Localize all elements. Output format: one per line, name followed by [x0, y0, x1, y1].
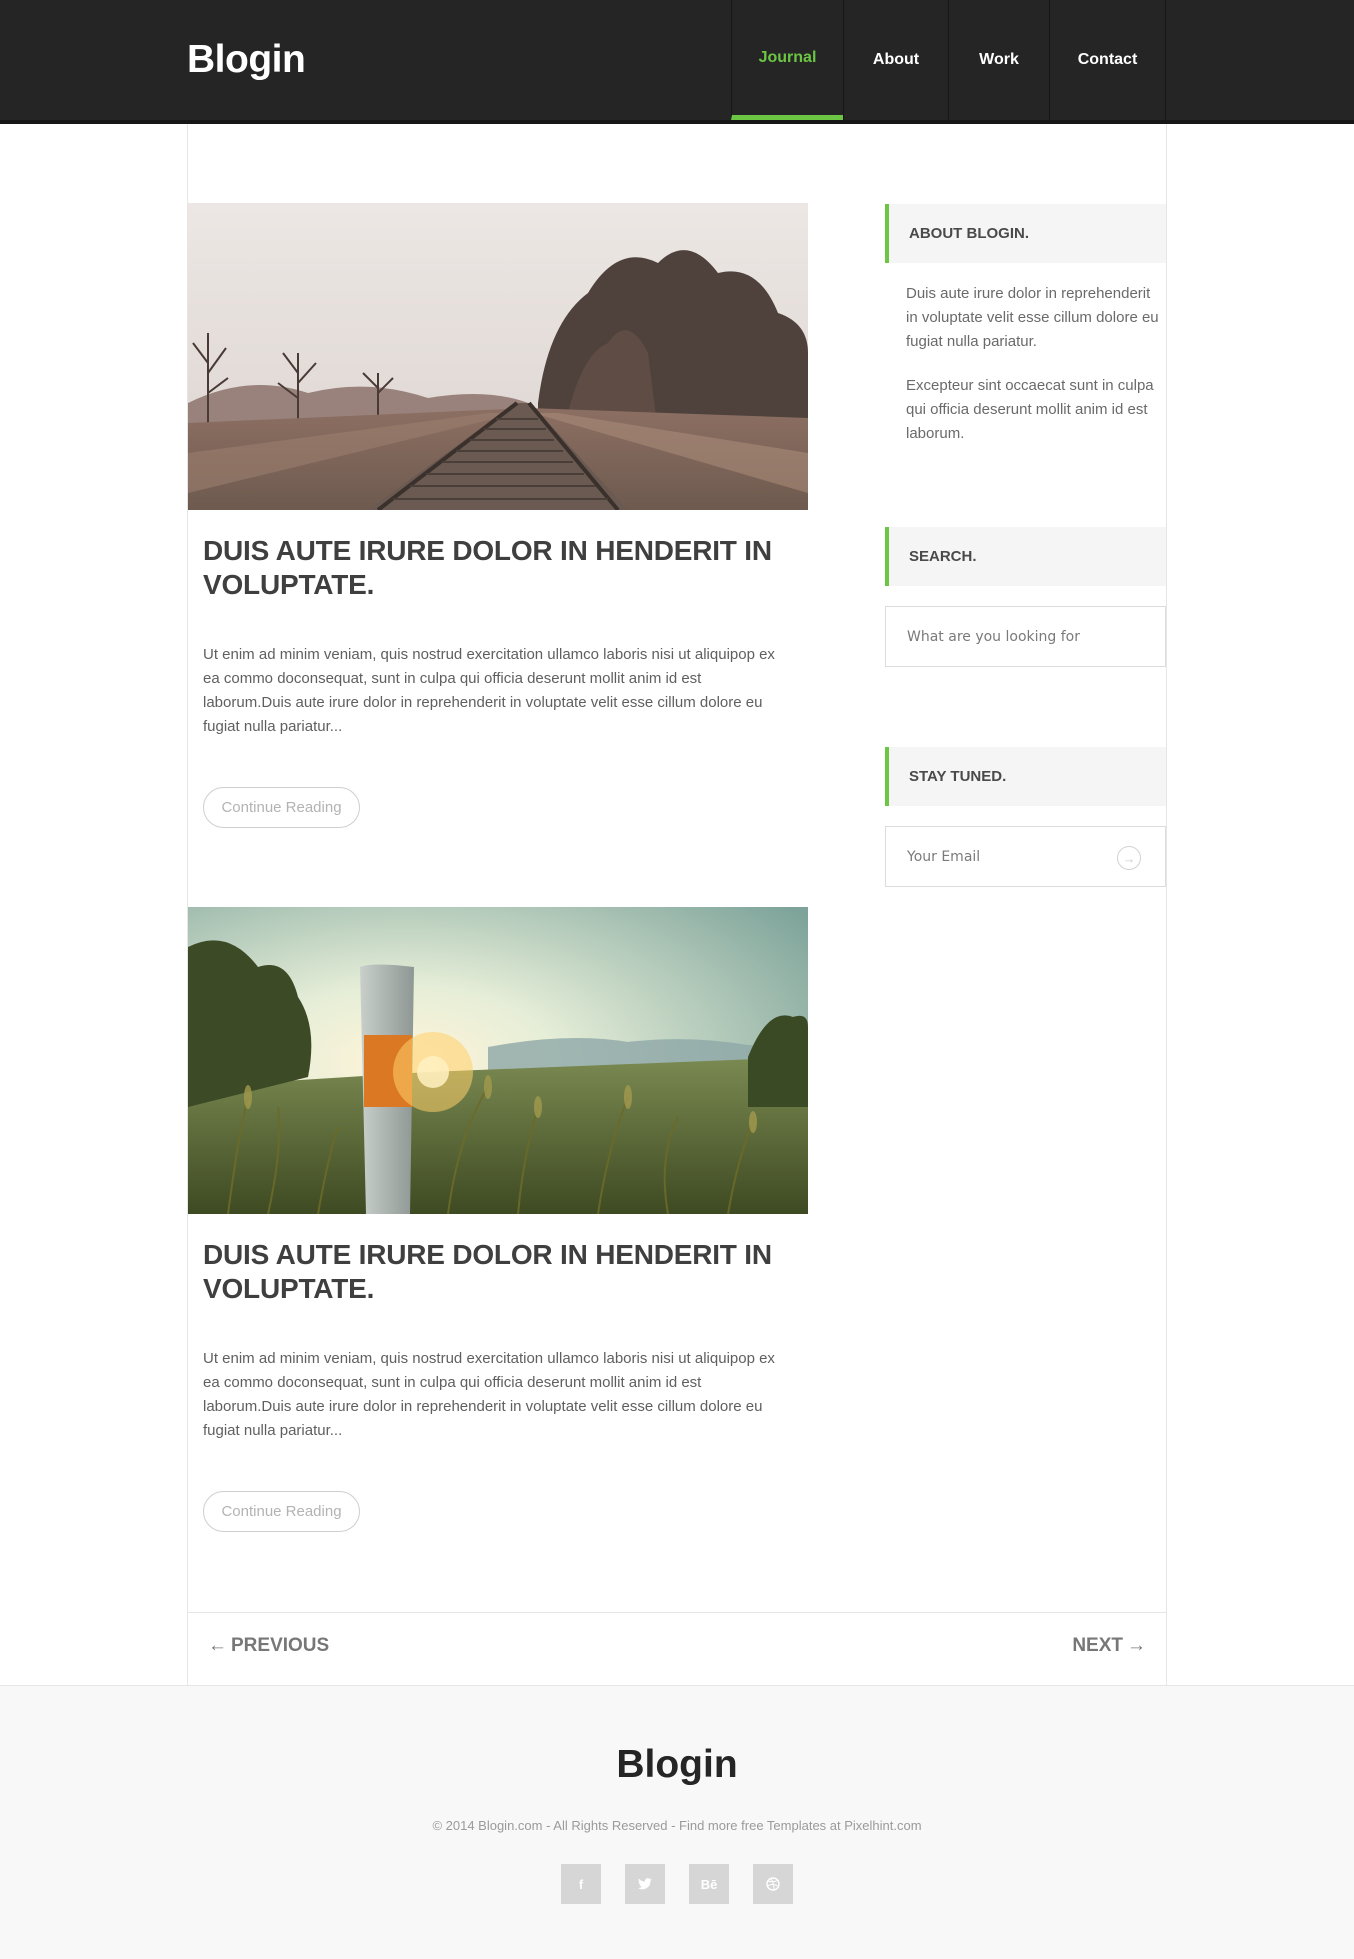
- post-title[interactable]: DUIS AUTE IRURE DOLOR IN HENDERIT IN VOL…: [203, 534, 803, 602]
- main-nav: Journal About Work Contact: [731, 0, 1166, 120]
- nav-work[interactable]: Work: [948, 0, 1049, 120]
- site-header: Blogin Journal About Work Contact: [0, 0, 1354, 124]
- continue-reading-button[interactable]: Continue Reading: [203, 787, 360, 828]
- post-excerpt: Ut enim ad minim veniam, quis nostrud ex…: [203, 646, 775, 735]
- site-logo[interactable]: Blogin: [187, 38, 306, 82]
- newsletter-widget-heading: STAY TUNED.: [885, 747, 1166, 806]
- nav-about[interactable]: About: [843, 0, 948, 120]
- email-input[interactable]: [907, 848, 1107, 865]
- post-excerpt: Ut enim ad minim veniam, quis nostrud ex…: [203, 1350, 775, 1439]
- about-widget-heading: ABOUT BLOGIN.: [885, 204, 1166, 263]
- arrow-right-circle-icon[interactable]: →: [1117, 846, 1141, 870]
- sunset-field-photo: [188, 907, 808, 1214]
- previous-page-link[interactable]: ← PREVIOUS: [208, 1635, 329, 1657]
- pagination: ← PREVIOUS NEXT →: [187, 1612, 1167, 1685]
- about-paragraph: Excepteur sint occaecat sunt in culpa qu…: [906, 377, 1154, 442]
- site-footer: Blogin © 2014 Blogin.com - All Rights Re…: [0, 1685, 1354, 1959]
- dribbble-icon[interactable]: [753, 1864, 793, 1904]
- next-page-link[interactable]: NEXT →: [1072, 1635, 1146, 1657]
- previous-label: PREVIOUS: [231, 1635, 330, 1656]
- railway-tracks-photo: [188, 203, 808, 510]
- search-widget-heading: SEARCH.: [885, 527, 1166, 586]
- facebook-icon[interactable]: f: [561, 1864, 601, 1904]
- next-label: NEXT: [1072, 1635, 1123, 1656]
- nav-contact[interactable]: Contact: [1049, 0, 1166, 120]
- search-input[interactable]: [907, 628, 1107, 645]
- arrow-left-icon: ←: [208, 1635, 227, 1656]
- continue-reading-button[interactable]: Continue Reading: [203, 1491, 360, 1532]
- search-field: [885, 606, 1166, 667]
- footer-logo[interactable]: Blogin: [0, 1743, 1354, 1787]
- arrow-right-icon: →: [1127, 1635, 1146, 1656]
- social-links: f Bē: [561, 1864, 793, 1904]
- post-image-sunset[interactable]: [188, 907, 808, 1214]
- behance-icon[interactable]: Bē: [689, 1864, 729, 1904]
- copyright-text: © 2014 Blogin.com - All Rights Reserved …: [432, 1818, 922, 1833]
- about-paragraph: Duis aute irure dolor in reprehenderit i…: [906, 285, 1159, 350]
- newsletter-field: →: [885, 826, 1166, 887]
- post-image-railway[interactable]: [188, 203, 808, 510]
- post-title[interactable]: DUIS AUTE IRURE DOLOR IN HENDERIT IN VOL…: [203, 1238, 803, 1306]
- twitter-icon[interactable]: [625, 1864, 665, 1904]
- nav-journal[interactable]: Journal: [731, 0, 843, 120]
